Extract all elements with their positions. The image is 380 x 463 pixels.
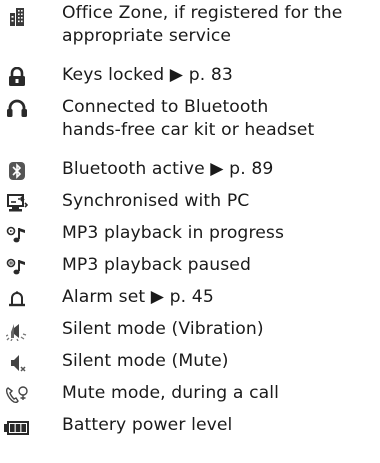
item-line: appropriate service: [62, 26, 232, 46]
mp3-play-icon: [4, 223, 30, 247]
item-line: Office Zone, if registered for the: [62, 3, 343, 23]
item-line: Bluetooth active ▶ p. 89: [62, 159, 274, 179]
item-line: Connected to Bluetooth: [62, 97, 269, 117]
item-text: MP3 playback in progress: [62, 222, 374, 245]
item-line: Battery power level: [62, 415, 233, 435]
pc-sync-icon: [4, 191, 30, 215]
item-line: Synchronised with PC: [62, 191, 250, 211]
item-text: Silent mode (Vibration): [62, 318, 374, 341]
item-line: hands-free car kit or headset: [62, 120, 315, 140]
mute-speaker-icon: [4, 351, 30, 375]
call-mute-icon: [4, 383, 30, 407]
item-line: Keys locked ▶ p. 83: [62, 65, 233, 85]
battery-icon: [4, 416, 30, 440]
item-line: Silent mode (Vibration): [62, 319, 264, 339]
item-text: Battery power level: [62, 414, 374, 437]
office-zone-icon: [4, 5, 30, 29]
item-line: Alarm set ▶ p. 45: [62, 287, 214, 307]
item-text: Keys locked ▶ p. 83: [62, 64, 374, 87]
item-line: MP3 playback in progress: [62, 223, 285, 243]
bluetooth-icon: [4, 159, 30, 183]
alarm-bell-icon: [4, 287, 30, 311]
item-text: MP3 playback paused: [62, 254, 374, 277]
item-line: Silent mode (Mute): [62, 351, 229, 371]
item-text: Bluetooth active ▶ p. 89: [62, 158, 374, 181]
item-text: Silent mode (Mute): [62, 350, 374, 373]
key-lock-icon: [4, 65, 30, 89]
item-text: Alarm set ▶ p. 45: [62, 286, 374, 309]
item-line: Mute mode, during a call: [62, 383, 280, 403]
item-text: Connected to Bluetooth hands-free car ki…: [62, 96, 374, 142]
vibration-icon: [4, 319, 30, 343]
item-text: Office Zone, if registered for the appro…: [62, 2, 374, 48]
item-text: Mute mode, during a call: [62, 382, 374, 405]
headset-icon: [4, 96, 30, 120]
mp3-pause-icon: [4, 255, 30, 279]
item-line: MP3 playback paused: [62, 255, 251, 275]
item-text: Synchronised with PC: [62, 190, 374, 213]
